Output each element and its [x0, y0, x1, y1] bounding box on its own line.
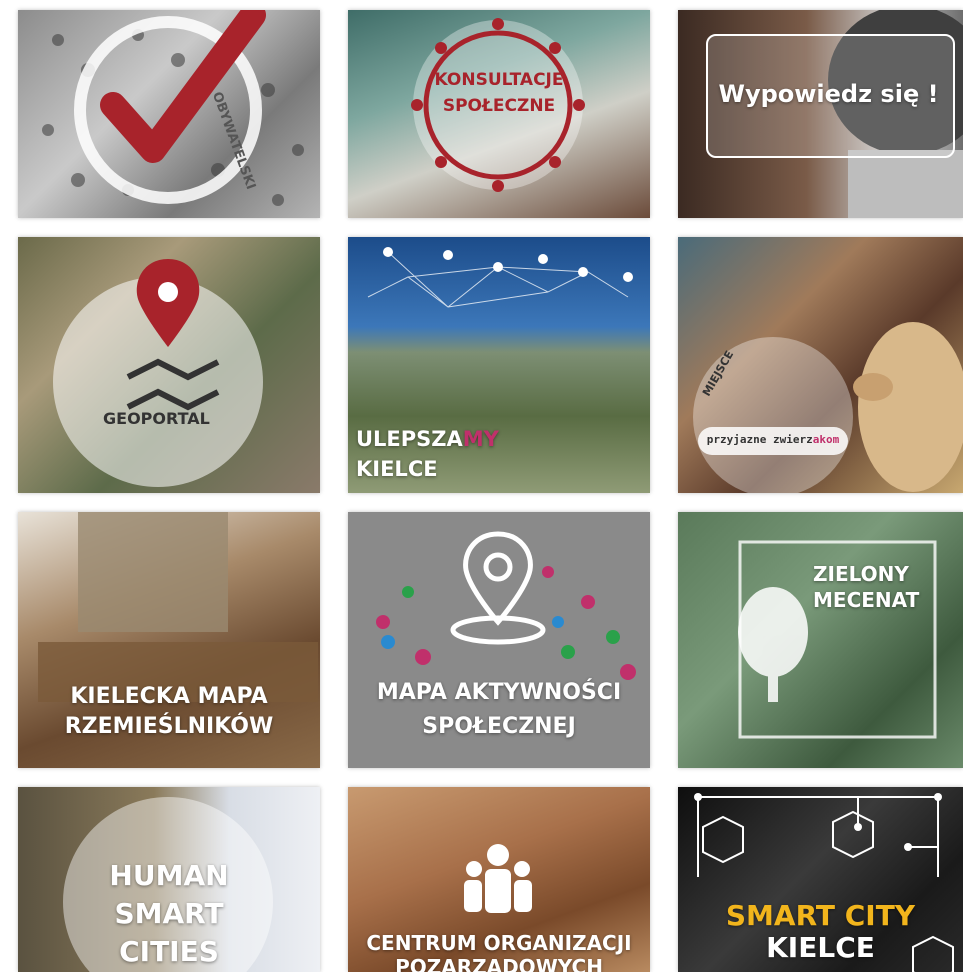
smartcity-line1: SMART CITY: [725, 899, 916, 932]
miejsce-badge-text: przyjazne zwierz: [706, 433, 813, 446]
konsultacje-line1: KONSULTACJE: [434, 70, 564, 90]
konsultacje-line2: SPOŁECZNE: [442, 96, 556, 116]
geoportal-label-geo: GEO: [103, 409, 141, 428]
zielony-line1: ZIELONY: [813, 562, 909, 586]
ulepszamy-line1: ULEPSZAMY: [356, 427, 499, 451]
human-line3: CITIES: [119, 935, 219, 968]
tile-wypowiedz-sie[interactable]: Wypowiedz się !: [678, 10, 963, 218]
rzemieslnicy-line2: RZEMIEŚLNIKÓW: [64, 714, 274, 739]
people-crowd-image: [42, 10, 304, 206]
rzemieslnicy-line1: KIELECKA MAPA: [70, 684, 268, 709]
tile-human-smart-cities[interactable]: HUMAN SMART CITIES: [18, 787, 320, 972]
geoportal-map-icon: [53, 259, 263, 487]
tile-budzet-obywatelski[interactable]: OBYWATELSKI: [18, 10, 320, 218]
ulepszamy-part2: MY: [462, 427, 499, 451]
miejsce-badge-accent: akom: [812, 433, 840, 446]
aktywnosc-line1: MAPA AKTYWNOŚCI: [376, 680, 622, 705]
tile-konsultacje-spoleczne[interactable]: KONSULTACJE SPOŁECZNE: [348, 10, 650, 218]
tile-geoportal[interactable]: GEOPORTAL: [18, 237, 320, 493]
aktywnosc-line2: SPOŁECZNEJ: [422, 714, 576, 739]
network-graph-icon: [367, 247, 633, 308]
ulepszamy-line2: KIELCE: [356, 457, 438, 481]
centrum-line2: POZARZĄDOWYCH: [395, 955, 603, 972]
geoportal-label: GEOPORTAL: [103, 409, 210, 428]
centrum-line1: CENTRUM ORGANIZACJI: [366, 931, 632, 955]
tile-mapa-aktywnosci-spolecznej[interactable]: MAPA AKTYWNOŚCI SPOŁECZNEJ: [348, 512, 650, 768]
tile-miejsce-przyjazne-zwierzakom[interactable]: MIEJSCE przyjazne zwierzakom: [678, 237, 963, 493]
wypowiedz-label: Wypowiedz się !: [718, 80, 939, 108]
miejsce-badge: przyjazne zwierzakom: [698, 433, 848, 446]
tree-icon: [738, 540, 937, 739]
tile-centrum-organizacji-pozarzadowych[interactable]: CENTRUM ORGANIZACJI POZARZĄDOWYCH: [348, 787, 650, 972]
smartcity-line2: KIELCE: [766, 931, 875, 964]
human-line1: HUMAN: [109, 859, 229, 892]
ulepszamy-part1: ULEPSZA: [356, 427, 463, 451]
tile-smart-city-kielce[interactable]: SMART CITY KIELCE: [678, 787, 963, 972]
tile-kielecka-mapa-rzemieslnikow[interactable]: KIELECKA MAPA RZEMIEŚLNIKÓW: [18, 512, 320, 768]
human-line2: SMART: [114, 897, 224, 930]
geoportal-label-por: POR: [140, 409, 178, 428]
geoportal-label-tal: TAL: [177, 409, 210, 428]
tile-zielony-mecenat[interactable]: ZIELONY MECENAT: [678, 512, 963, 768]
zielony-line2: MECENAT: [813, 588, 920, 612]
tile-ulepszamy-kielce[interactable]: ULEPSZAMY KIELCE: [348, 237, 650, 493]
